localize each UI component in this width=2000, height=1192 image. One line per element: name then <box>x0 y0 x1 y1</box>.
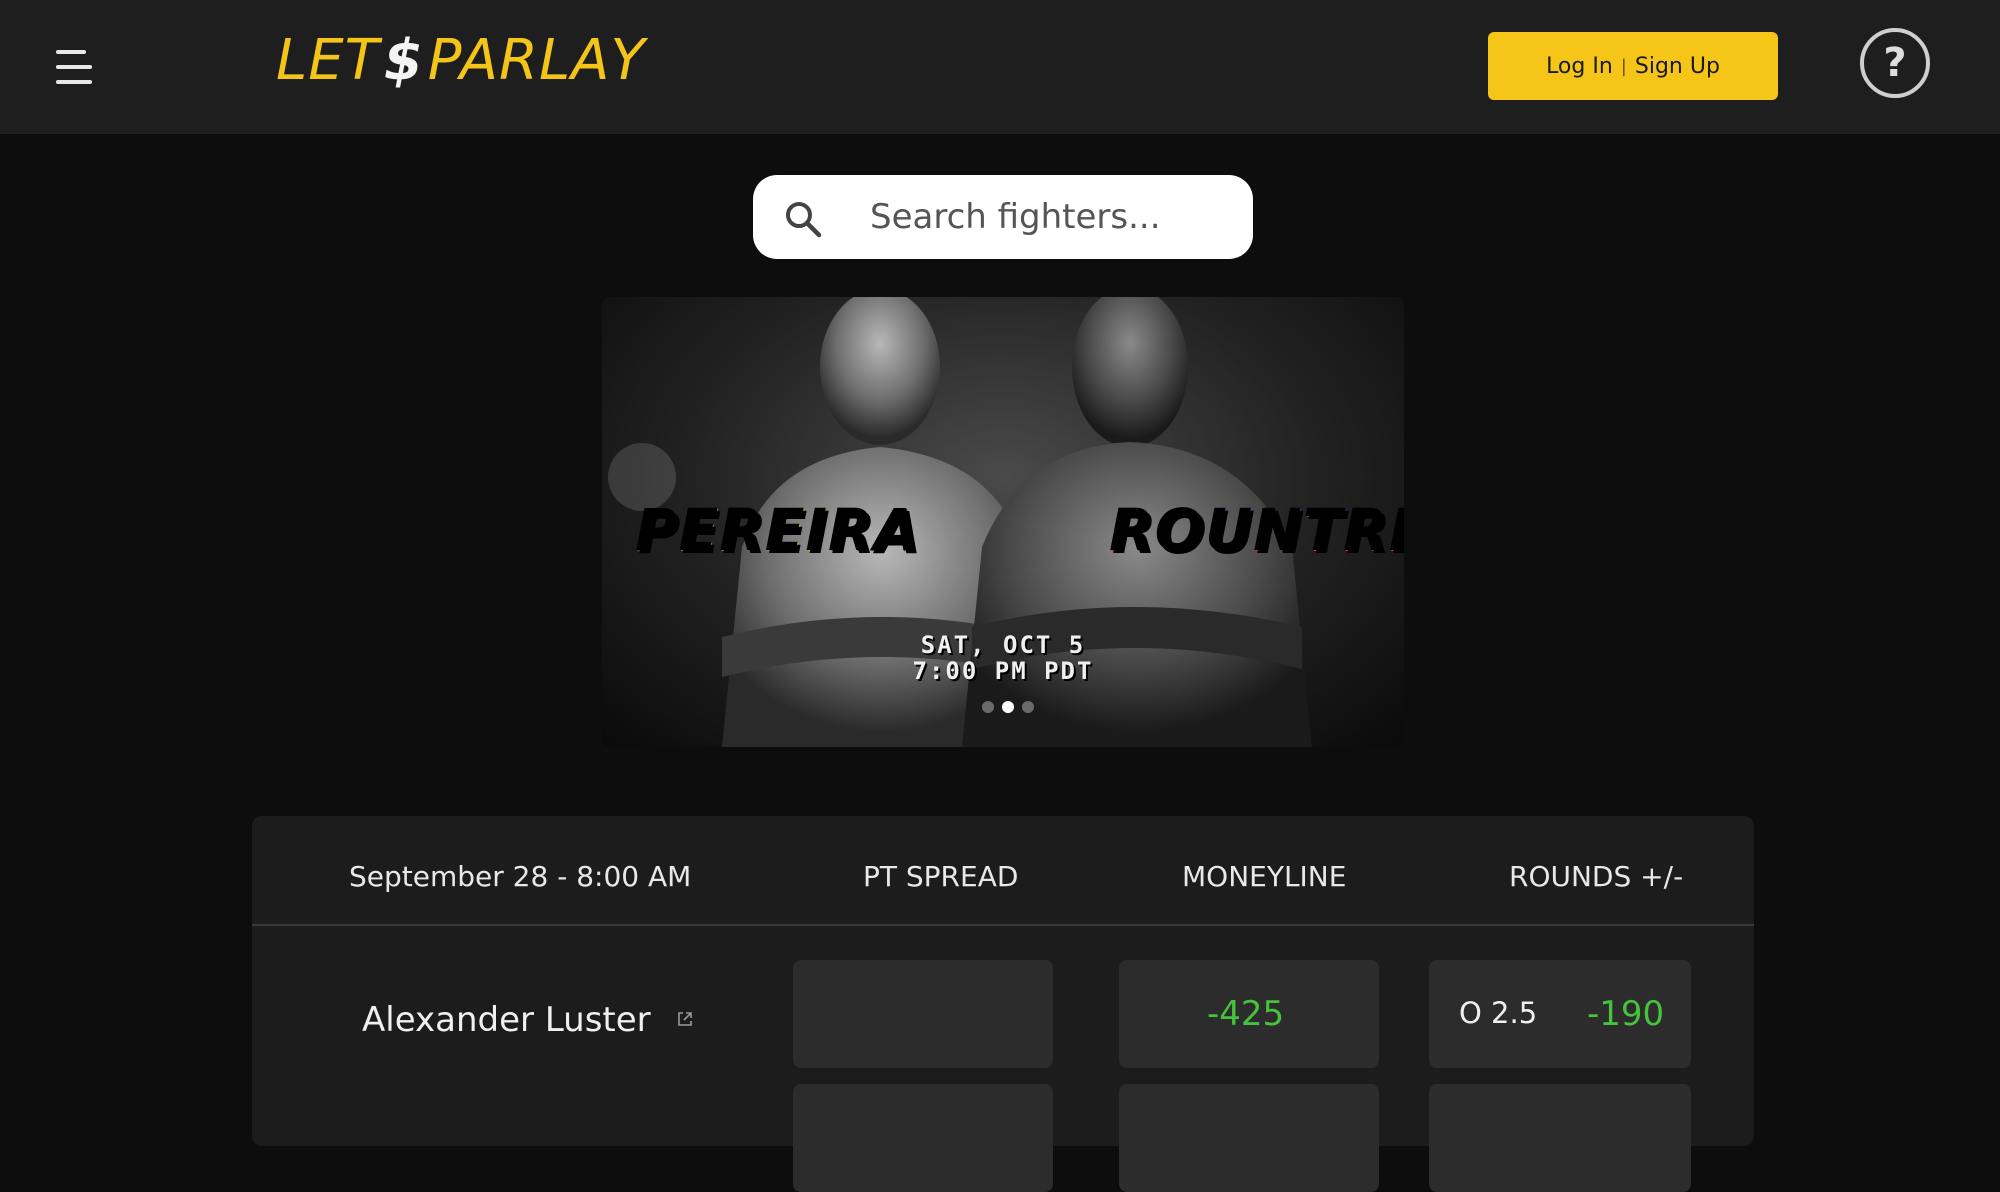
fighter-right-name: ROUNTREE <box>1110 497 1404 565</box>
auth-separator: | <box>1620 55 1627 77</box>
col-moneyline: MONEYLINE <box>1182 860 1347 893</box>
spread-cell[interactable] <box>793 960 1053 1068</box>
carousel-dots <box>982 701 1034 713</box>
odds-table-header: September 28 - 8:00 AM PT SPREAD MONEYLI… <box>252 816 1754 926</box>
logo-dollar-symbol: $ <box>383 28 424 93</box>
event-time: 7:00 PM PDT <box>912 657 1094 685</box>
carousel-dot[interactable] <box>1022 701 1034 713</box>
fighter-link[interactable]: Alexander Luster <box>362 1000 693 1040</box>
login-label: Log In <box>1546 53 1613 79</box>
fighter-left-name: PEREIRA <box>636 497 921 565</box>
col-pt-spread: PT SPREAD <box>863 860 1019 893</box>
help-icon[interactable]: ? <box>1860 28 1930 98</box>
logo-text-left: LET <box>276 28 380 93</box>
menu-icon[interactable] <box>56 50 94 84</box>
login-signup-button[interactable]: Log In | Sign Up <box>1488 32 1778 100</box>
moneyline-value: -425 <box>1207 994 1285 1034</box>
rounds-odds: -190 <box>1587 994 1665 1034</box>
rounds-line: O 2.5 <box>1459 996 1538 1030</box>
event-date: SAT, OCT 5 <box>920 631 1086 659</box>
rounds-cell[interactable]: O 2.5 -190 <box>1429 960 1691 1068</box>
fight-datetime: September 28 - 8:00 AM <box>349 860 692 893</box>
search-icon <box>786 202 822 238</box>
site-logo[interactable]: LET$PARLAY <box>276 28 646 93</box>
signup-label: Sign Up <box>1634 53 1720 79</box>
carousel-dot[interactable] <box>982 701 994 713</box>
search-input[interactable] <box>868 189 1228 245</box>
moneyline-cell[interactable]: -425 <box>1119 960 1379 1068</box>
col-rounds: ROUNDS +/- <box>1509 860 1684 893</box>
odds-table: September 28 - 8:00 AM PT SPREAD MONEYLI… <box>252 816 1754 1192</box>
logo-text-right: PARLAY <box>427 28 646 93</box>
carousel-dot-active[interactable] <box>1002 701 1014 713</box>
fighter-name: Alexander Luster <box>362 1000 651 1040</box>
rounds-cell[interactable] <box>1429 1084 1691 1192</box>
search-bar[interactable] <box>753 175 1253 259</box>
event-banner[interactable]: PEREIRA ROUNTREE SAT, OCT 5 7:00 PM PDT <box>602 297 1404 747</box>
top-header: LET$PARLAY Log In | Sign Up ? <box>0 0 2000 134</box>
moneyline-cell[interactable] <box>1119 1084 1379 1192</box>
spread-cell[interactable] <box>793 1084 1053 1192</box>
external-link-icon <box>678 1012 693 1026</box>
